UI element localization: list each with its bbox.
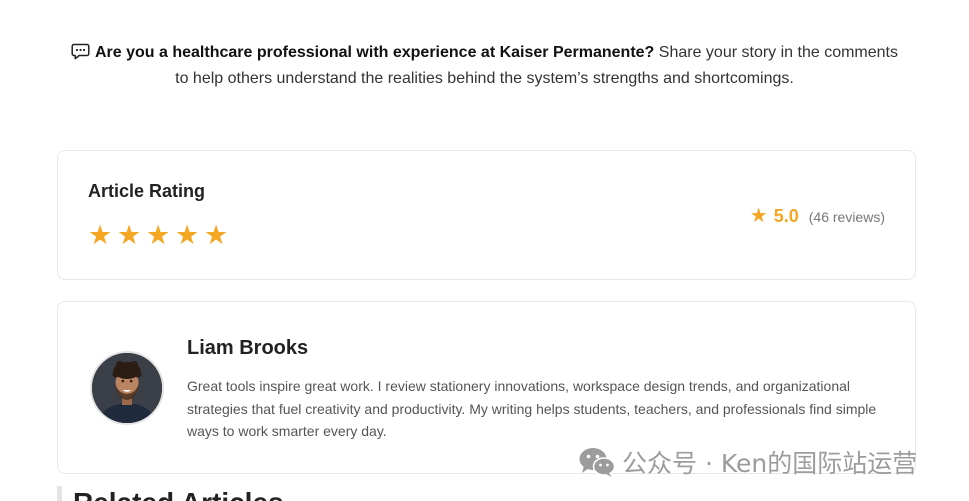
review-count: (46 reviews) — [808, 209, 885, 225]
author-bio: Great tools inspire great work. I review… — [187, 378, 877, 440]
comment-prompt: Are you a healthcare professional with e… — [0, 40, 969, 92]
avatar — [90, 350, 164, 425]
watermark: 公众号 · Ken的国际站运营 — [578, 444, 917, 480]
star-icon — [750, 203, 768, 227]
rating-star-2[interactable] — [117, 221, 141, 251]
related-articles-heading: Related Articles — [57, 486, 284, 501]
rating-star-3[interactable] — [146, 221, 170, 251]
rating-star-4[interactable] — [175, 221, 199, 251]
rating-stars — [88, 221, 233, 251]
article-rating-card: Article Rating 5.0 (46 reviews) — [57, 150, 916, 280]
prompt-text-line2: to help others understand the realities … — [175, 70, 794, 87]
rating-title: Article Rating — [88, 180, 206, 201]
speech-bubble-icon — [71, 43, 90, 60]
prompt-question: Are you a healthcare professional with e… — [95, 44, 655, 61]
wechat-icon — [578, 446, 616, 478]
author-name: Liam Brooks — [187, 337, 309, 360]
average-rating: 5.0 — [773, 206, 799, 226]
rating-star-1[interactable] — [88, 221, 112, 251]
rating-summary: 5.0 (46 reviews) — [750, 203, 885, 227]
watermark-text: 公众号 · Ken的国际站运营 — [622, 449, 918, 478]
prompt-text-line1: Share your story in the comments — [658, 44, 898, 61]
rating-star-5[interactable] — [204, 221, 228, 251]
author-info: Liam Brooks Great tools inspire great wo… — [187, 332, 883, 443]
rating-left: Article Rating — [88, 180, 233, 251]
